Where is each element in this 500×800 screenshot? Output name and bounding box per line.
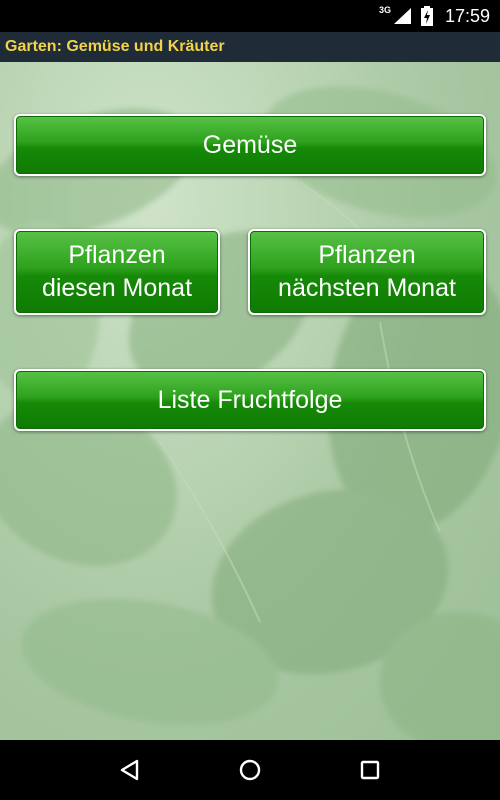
status-icons: 3G 17:59 — [379, 0, 490, 32]
plant-next-month-label-line2: nächsten Monat — [278, 274, 456, 302]
recents-square-icon[interactable] — [350, 750, 390, 790]
status-bar: 3G 17:59 — [0, 0, 500, 32]
battery-charging-icon — [420, 6, 433, 26]
vegetables-button-label: Gemüse — [202, 130, 298, 159]
navigation-bar — [0, 740, 500, 800]
cell-signal-icon — [393, 7, 413, 25]
network-type-label: 3G — [378, 5, 391, 15]
plant-this-month-label-line2: diesen Monat — [41, 274, 193, 302]
plant-this-month-button[interactable]: Pflanzen diesen Monat — [14, 229, 220, 315]
app-title: Garten: Gemüse und Kräuter — [5, 38, 225, 55]
crop-rotation-button-label: Liste Fruchtfolge — [157, 385, 343, 414]
plant-next-month-button[interactable]: Pflanzen nächsten Monat — [248, 229, 486, 315]
plant-next-month-label-line1: Pflanzen — [318, 241, 416, 269]
back-triangle-icon[interactable] — [110, 750, 150, 790]
plant-this-month-label-line1: Pflanzen — [68, 241, 166, 269]
status-clock: 17:59 — [444, 5, 490, 26]
home-circle-icon[interactable] — [230, 750, 270, 790]
main-content: Gemüse Pflanzen diesen Monat Pflanzen nä… — [0, 62, 500, 740]
vegetables-button[interactable]: Gemüse — [14, 114, 486, 176]
crop-rotation-list-button[interactable]: Liste Fruchtfolge — [14, 369, 486, 431]
action-bar: Garten: Gemüse und Kräuter — [0, 32, 500, 62]
